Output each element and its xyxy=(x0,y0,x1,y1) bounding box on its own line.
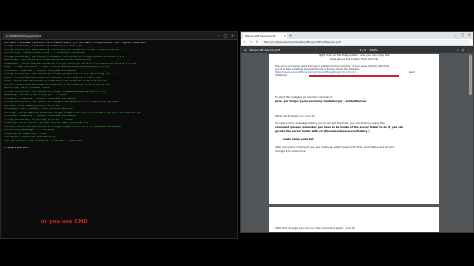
pdf-doc-title: Minecraft Server.pdf xyxy=(249,47,280,52)
maximize-button[interactable]: □ xyxy=(223,33,228,38)
address-bar-row: ← → ↻ file:///C:/Users/server/Desktop/Mi… xyxy=(241,39,473,46)
address-bar[interactable]: file:///C:/Users/server/Desktop/Minecraf… xyxy=(261,39,471,45)
pdf-text-line: installer.jar xyxy=(275,74,288,77)
pdf-link[interactable]: https://maven.minecraftforge.net/net/min… xyxy=(275,71,358,74)
terminal-line: The server installed successfully xyxy=(4,136,56,139)
terminal-line: Input: libraries/net/minecraft/server/1.… xyxy=(4,76,101,79)
terminal-line: C:\Users\server> xyxy=(4,146,29,149)
close-button[interactable]: ✕ xyxy=(230,33,235,38)
pdf-text-line: After this change you can run this comma… xyxy=(275,226,356,230)
pdf-command: java -jar forge-{yourversion}-installer.… xyxy=(275,99,367,103)
terminal-line: [Forge Installer] net.minecraftforge:bin… xyxy=(4,101,118,104)
terminal-line: Extracting mappings ... Finished xyxy=(4,129,54,132)
terminal-line: Extracting: /data/client.lzma ... Checks… xyxy=(4,52,86,55)
terminal-line: Slim: libraries/net/minecraft/server/1.2… xyxy=(4,80,108,83)
pdf-text-line: links above the button from the link xyxy=(329,57,379,61)
browser-maximize-button[interactable]: □ xyxy=(459,32,466,39)
pdf-scrollbar[interactable] xyxy=(469,55,472,95)
terminal-line: [Forge Installer] Building Processors ne… xyxy=(4,55,125,58)
tab-close-icon[interactable]: ✕ xyxy=(283,33,286,39)
terminal-line: Library libraries/net/minecraftforge/for… xyxy=(4,125,122,128)
pdf-text-line: command (please remember you have to be … xyxy=(275,126,404,129)
empty-desktop-area xyxy=(0,239,240,266)
terminal-line: [Forge Installer] net.minecraftforge:jar… xyxy=(4,73,117,76)
terminal-window[interactable]: C:\WINDOWS\system32 – □ ✕ Microsoft Wind… xyxy=(0,31,238,239)
terminal-line: Classpath: libraries/net/minecraftforge/… xyxy=(4,62,137,65)
terminal-line: [Forge Installer] Injecting profile ... … xyxy=(4,118,73,121)
terminal-line: Processor complete - Output checksum val… xyxy=(4,115,76,118)
browser-tab[interactable]: Minecraft Server.pdf ✕ xyxy=(243,33,287,39)
pdf-page-2: After this change you can run this comma… xyxy=(269,207,439,232)
terminal-line: [Forge Installer] Downloading libraries … xyxy=(4,48,126,51)
browser-minimize-button[interactable]: – xyxy=(452,32,459,39)
terminal-output[interactable]: Microsoft Windows [Version 10.0.19045.36… xyxy=(2,41,236,238)
terminal-line: Microsoft Windows [Version 10.0.19045.36… xyxy=(4,42,147,44)
redaction-bar xyxy=(309,75,399,78)
pdf-page-1: right click on the Help button, now you … xyxy=(269,54,439,204)
pdf-toolbar: ≡ Minecraft Server.pdf 1 / 2 100% ⤓ ⎙ ⋮ xyxy=(241,46,473,53)
print-icon[interactable]: ⎙ xyxy=(462,48,464,52)
video-caption: or you use CMD xyxy=(41,219,88,225)
terminal-titlebar: C:\WINDOWS\system32 – □ ✕ xyxy=(1,32,237,40)
zoom-level[interactable]: 100% xyxy=(369,48,378,52)
terminal-line: [Forge Installer] net.minecraftforge:For… xyxy=(4,90,106,93)
terminal-tab-title: C:\WINDOWS\system32 xyxy=(6,33,42,38)
pdf-text-line: change it to eula=true xyxy=(275,149,306,153)
download-icon[interactable]: ⤓ xyxy=(457,48,458,52)
reload-button[interactable]: ↻ xyxy=(255,40,259,44)
terminal-line: Args: --task MCP_DATA --input libraries/… xyxy=(4,66,115,69)
terminal-line: Renaming: server-1.20.1-srg.jar ... Done xyxy=(4,94,67,97)
terminal-line: Extra: libraries/net/minecraft/server/1.… xyxy=(4,83,111,86)
browser-close-button[interactable]: ✕ xyxy=(466,32,473,39)
pdf-viewport[interactable]: right click on the Help button, now you … xyxy=(241,54,473,232)
pdf-command: sudo nano eula.txt xyxy=(283,137,314,141)
pdf-text-line: go into the server folder with cd {thena… xyxy=(275,130,370,133)
back-button[interactable]: ← xyxy=(243,40,247,44)
terminal-line: MainClass: net.minecraftforge.installert… xyxy=(4,59,92,62)
browser-tabstrip: Minecraft Server.pdf ✕ + – □ ✕ xyxy=(241,32,473,39)
minimize-button[interactable]: – xyxy=(216,33,221,38)
desktop: C:\WINDOWS\system32 – □ ✕ Microsoft Wind… xyxy=(0,0,474,266)
terminal-line: [Forge Installer] Considering minecraft … xyxy=(4,45,83,48)
pdf-text-line: ake it xyxy=(409,71,416,74)
terminal-tab[interactable]: C:\WINDOWS\system32 xyxy=(3,32,42,39)
terminal-line: Processor complete - Output checksum val… xyxy=(4,97,76,100)
terminal-line: Processor complete - Output checksum val… xyxy=(4,69,76,72)
more-icon[interactable]: ⋮ xyxy=(467,48,470,52)
terminal-line: Creating run scripts: run.bat run.sh use… xyxy=(4,122,89,125)
pdf-text-line: You get a error message telling you to a… xyxy=(275,121,385,125)
terminal-line: You can delete this installer file now i… xyxy=(4,139,83,142)
terminal-line: Writing: libraries/net/minecraftforge/fo… xyxy=(4,111,142,114)
tab-title: Minecraft Server.pdf xyxy=(245,34,276,38)
forward-button[interactable]: → xyxy=(249,40,253,44)
page-indicator[interactable]: 1 / 2 xyxy=(359,48,366,52)
browser-window[interactable]: Minecraft Server.pdf ✕ + – □ ✕ ← → ↻ fil… xyxy=(240,31,474,233)
new-tab-button[interactable]: + xyxy=(289,33,292,39)
terminal-line: Patches: 2140 Reading patch archive ... xyxy=(4,104,65,107)
terminal-line: Splitting: 8254 classes found xyxy=(4,87,50,90)
terminal-line: Cleaning up temporary files xyxy=(4,132,47,135)
menu-icon[interactable]: ≡ xyxy=(244,48,247,52)
pdf-text-line: When its finished run ./run.sh xyxy=(275,114,315,118)
terminal-line: Processed 3521 classes, 2140 patches app… xyxy=(4,108,73,111)
